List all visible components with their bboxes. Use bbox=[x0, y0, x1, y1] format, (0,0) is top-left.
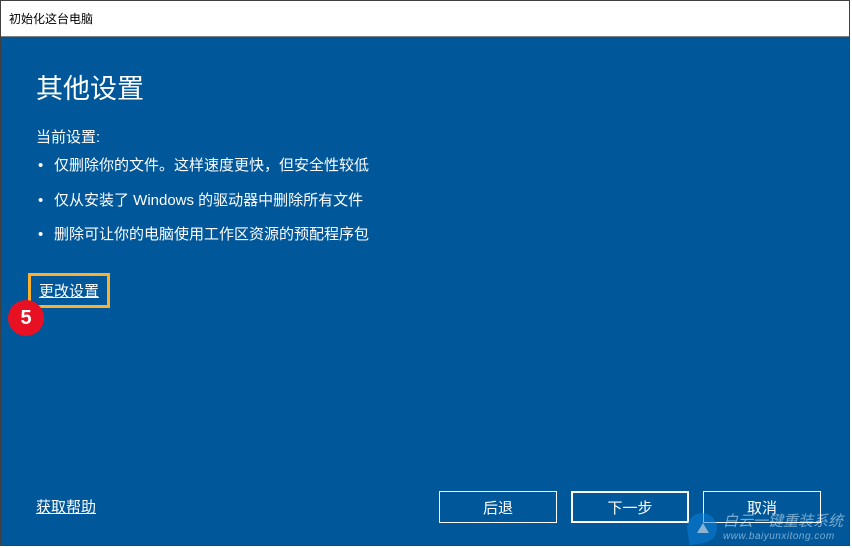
back-button[interactable]: 后退 bbox=[439, 491, 557, 523]
change-settings-highlight: 更改设置 bbox=[28, 273, 110, 308]
change-settings-link[interactable]: 更改设置 bbox=[39, 283, 99, 300]
page-heading: 其他设置 bbox=[36, 67, 814, 106]
content-area: 其他设置 当前设置: 仅删除你的文件。这样速度更快，但安全性较低 仅从安装了 W… bbox=[1, 37, 849, 545]
watermark: 白云一键重装系统 www.baiyunxitong.com bbox=[687, 513, 843, 543]
watermark-cn: 白云一键重装系统 bbox=[723, 514, 843, 531]
current-settings-label: 当前设置: bbox=[36, 126, 814, 147]
list-item: 仅删除你的文件。这样速度更快，但安全性较低 bbox=[36, 155, 814, 178]
watermark-text: 白云一键重装系统 www.baiyunxitong.com bbox=[723, 514, 843, 542]
next-button[interactable]: 下一步 bbox=[571, 491, 689, 523]
window-title: 初始化这台电脑 bbox=[9, 10, 93, 27]
list-item: 删除可让你的电脑使用工作区资源的预配程序包 bbox=[36, 224, 814, 247]
help-link[interactable]: 获取帮助 bbox=[36, 496, 96, 517]
watermark-logo-icon bbox=[685, 511, 720, 546]
titlebar: 初始化这台电脑 bbox=[1, 1, 849, 37]
settings-bullet-list: 仅删除你的文件。这样速度更快，但安全性较低 仅从安装了 Windows 的驱动器… bbox=[36, 155, 814, 259]
list-item: 仅从安装了 Windows 的驱动器中删除所有文件 bbox=[36, 190, 814, 213]
annotation-step-badge: 5 bbox=[8, 300, 44, 336]
dialog-window: 初始化这台电脑 其他设置 当前设置: 仅删除你的文件。这样速度更快，但安全性较低… bbox=[0, 0, 850, 546]
watermark-url: www.baiyunxitong.com bbox=[723, 531, 843, 542]
